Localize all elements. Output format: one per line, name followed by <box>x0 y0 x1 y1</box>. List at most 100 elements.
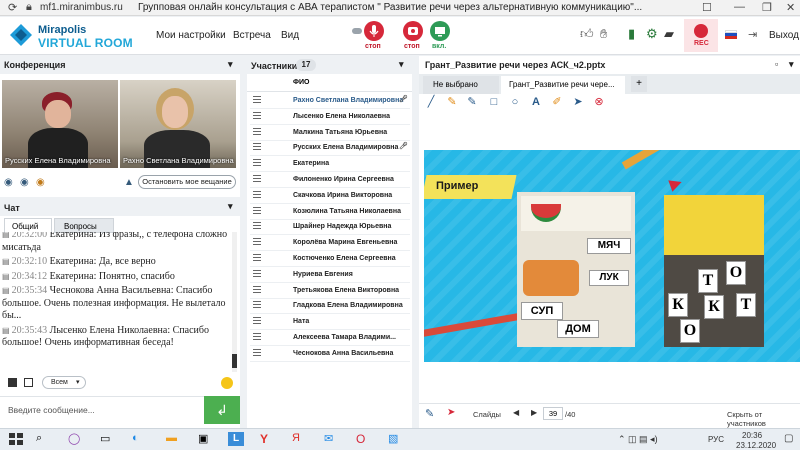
slide-number-input[interactable]: 39 <box>543 407 563 420</box>
video-tile-rakhno[interactable]: Рахно Светлана Владимировна <box>120 80 236 168</box>
exit-icon[interactable]: ⇥ <box>748 28 757 41</box>
drag-handle-icon[interactable] <box>253 348 261 356</box>
language-indicator[interactable]: РУС <box>708 435 724 444</box>
recipient-select[interactable]: Всем ▾ <box>42 376 86 389</box>
stop-broadcast-button[interactable]: Остановить мое вещание <box>138 175 236 189</box>
prev-slide-icon[interactable]: ◀ <box>513 408 519 417</box>
participant-row[interactable]: Ната <box>250 313 410 331</box>
participant-row[interactable]: Гладкова Елена Владимировна <box>250 297 410 315</box>
record-button[interactable]: REC <box>684 19 718 52</box>
microphone-button[interactable] <box>364 21 384 41</box>
clock-date[interactable]: 23.12.2020 <box>736 441 776 450</box>
participant-row[interactable]: Скачкова Ирина Викторовна <box>250 187 410 204</box>
ellipse-tool-icon[interactable]: ○ <box>508 95 522 109</box>
participant-row[interactable]: Костюченко Елена Сергеевна <box>250 250 410 267</box>
participant-row[interactable]: Алексеева Тамара Владими... <box>250 329 410 346</box>
drag-handle-icon[interactable] <box>253 317 261 325</box>
video-tile-russkikh[interactable]: Русских Елена Владимировна <box>2 80 118 168</box>
raise-hand-icon[interactable]: ✋︎ <box>600 26 607 42</box>
tab-questions[interactable]: Вопросы <box>54 218 114 233</box>
mail-icon[interactable]: ✉ <box>324 432 340 446</box>
drag-handle-icon[interactable] <box>253 333 261 340</box>
russian-flag-icon[interactable] <box>725 30 737 39</box>
marker-tool-icon[interactable]: ✐ <box>550 95 564 109</box>
drag-handle-icon[interactable] <box>253 127 261 135</box>
close-window-icon[interactable]: ✕ <box>786 1 795 14</box>
participant-row[interactable]: Рахно Светлана Владимировна 🎤︎ <box>250 92 410 109</box>
pointer-tool-icon[interactable]: ➤ <box>571 95 585 109</box>
chat-scrollbar[interactable] <box>232 232 237 372</box>
drag-handle-icon[interactable] <box>253 159 261 167</box>
collapse-icon[interactable]: ▾ <box>789 59 794 70</box>
clock-time[interactable]: 20:36 <box>742 431 762 440</box>
screen-share-button[interactable] <box>430 21 450 41</box>
address-url[interactable]: mf1.miranimbus.ru <box>40 2 123 13</box>
refresh-icon[interactable]: ⟳ <box>8 1 17 14</box>
hide-from-participants-button[interactable]: Скрыть от участников <box>727 410 800 428</box>
store-icon[interactable]: ▣ <box>198 432 214 446</box>
participant-row[interactable]: Королёва Марина Евгеньевна <box>250 234 410 252</box>
pointer-icon[interactable]: ➤ <box>447 407 455 418</box>
tools-icon[interactable]: ⚙ <box>646 26 658 42</box>
drag-handle-icon[interactable] <box>253 269 261 277</box>
tray-icons[interactable]: ⌃ ◫ ▤ ◂) <box>618 434 658 445</box>
volume-toggle[interactable] <box>352 28 362 34</box>
yandex-icon[interactable]: Я <box>292 432 308 446</box>
minimize-icon[interactable]: — <box>734 1 745 13</box>
tab-not-selected[interactable]: Не выбрано <box>423 76 499 94</box>
notifications-icon[interactable]: ▢ <box>784 433 793 444</box>
participant-row[interactable]: Козюлина Татьяна Николаевна <box>250 203 410 220</box>
drag-handle-icon[interactable] <box>253 285 261 293</box>
task-view-icon[interactable]: ▭ <box>100 432 116 446</box>
drag-handle-icon[interactable] <box>253 111 261 119</box>
line-tool-icon[interactable]: ╱ <box>424 95 438 109</box>
draw-tool-icon[interactable]: ✎ <box>425 407 434 420</box>
alice-icon[interactable]: ◯ <box>68 432 84 446</box>
app-l-icon[interactable]: L <box>228 432 244 446</box>
participant-row[interactable]: Шрайнер Надежда Юрьевна <box>250 218 410 236</box>
menu-my-settings[interactable]: Мои настройки <box>156 30 226 41</box>
statistics-icon[interactable]: ▮ <box>628 26 635 42</box>
drag-handle-icon[interactable] <box>253 190 261 198</box>
drag-handle-icon[interactable] <box>253 301 261 309</box>
tab-general[interactable]: Общий <box>4 218 52 233</box>
participant-row[interactable]: Малкина Татьяна Юрьевна <box>250 124 410 141</box>
drag-handle-icon[interactable] <box>253 175 261 182</box>
explorer-icon[interactable]: ▬ <box>166 432 182 446</box>
restore-icon[interactable]: ❐ <box>762 1 772 14</box>
text-tool-icon[interactable]: A <box>529 95 543 109</box>
drag-handle-icon[interactable] <box>253 206 261 214</box>
emoji-icon[interactable] <box>221 377 233 389</box>
pen-tool-icon[interactable]: ✎ <box>465 95 479 109</box>
participant-row[interactable]: Лысенко Елена Николаевна <box>250 108 410 125</box>
tab-presentation-file[interactable]: Грант_Развитие речи чере... <box>501 76 625 94</box>
participant-row[interactable]: Чеснокова Анна Васильевна <box>250 345 410 362</box>
windows-start-icon[interactable] <box>8 432 24 446</box>
search-icon[interactable]: ⌕ <box>36 432 52 446</box>
opera-icon[interactable]: O <box>356 432 372 446</box>
drag-handle-icon[interactable] <box>253 254 261 261</box>
drag-handle-icon[interactable] <box>253 96 261 103</box>
bookmark-icon[interactable]: ☐ <box>702 1 712 14</box>
collapse-icon[interactable]: ▾ <box>228 201 233 212</box>
participant-row[interactable]: Екатерина <box>250 155 410 173</box>
add-tab-button[interactable]: + <box>631 76 647 92</box>
folder-icon[interactable]: ▰ <box>664 26 674 42</box>
user-settings-icon[interactable]: ◉ <box>36 177 45 188</box>
message-input[interactable]: Введите сообщение... <box>0 396 204 424</box>
menu-meeting[interactable]: Встреча <box>233 30 271 41</box>
participant-row[interactable]: Третьякова Елена Викторовна <box>250 282 410 299</box>
collapse-icon[interactable]: ▾ <box>228 59 233 70</box>
chat-scroll-thumb[interactable] <box>232 354 237 368</box>
photos-icon[interactable]: ▧ <box>388 432 404 446</box>
maximize-icon[interactable]: ▫ <box>775 59 778 69</box>
rectangle-tool-icon[interactable]: □ <box>487 95 501 109</box>
next-slide-icon[interactable]: ▶ <box>531 408 537 417</box>
drag-handle-icon[interactable] <box>253 222 261 230</box>
clear-tool-icon[interactable]: ⊗ <box>592 95 606 109</box>
audio-settings-icon[interactable]: ◉ <box>20 177 29 188</box>
bg-color-icon[interactable] <box>24 378 33 387</box>
edge-icon[interactable]: ◐ <box>132 432 148 446</box>
yandex-browser-icon[interactable]: Y <box>260 432 276 446</box>
highlighter-tool-icon[interactable]: ✎ <box>445 95 459 109</box>
